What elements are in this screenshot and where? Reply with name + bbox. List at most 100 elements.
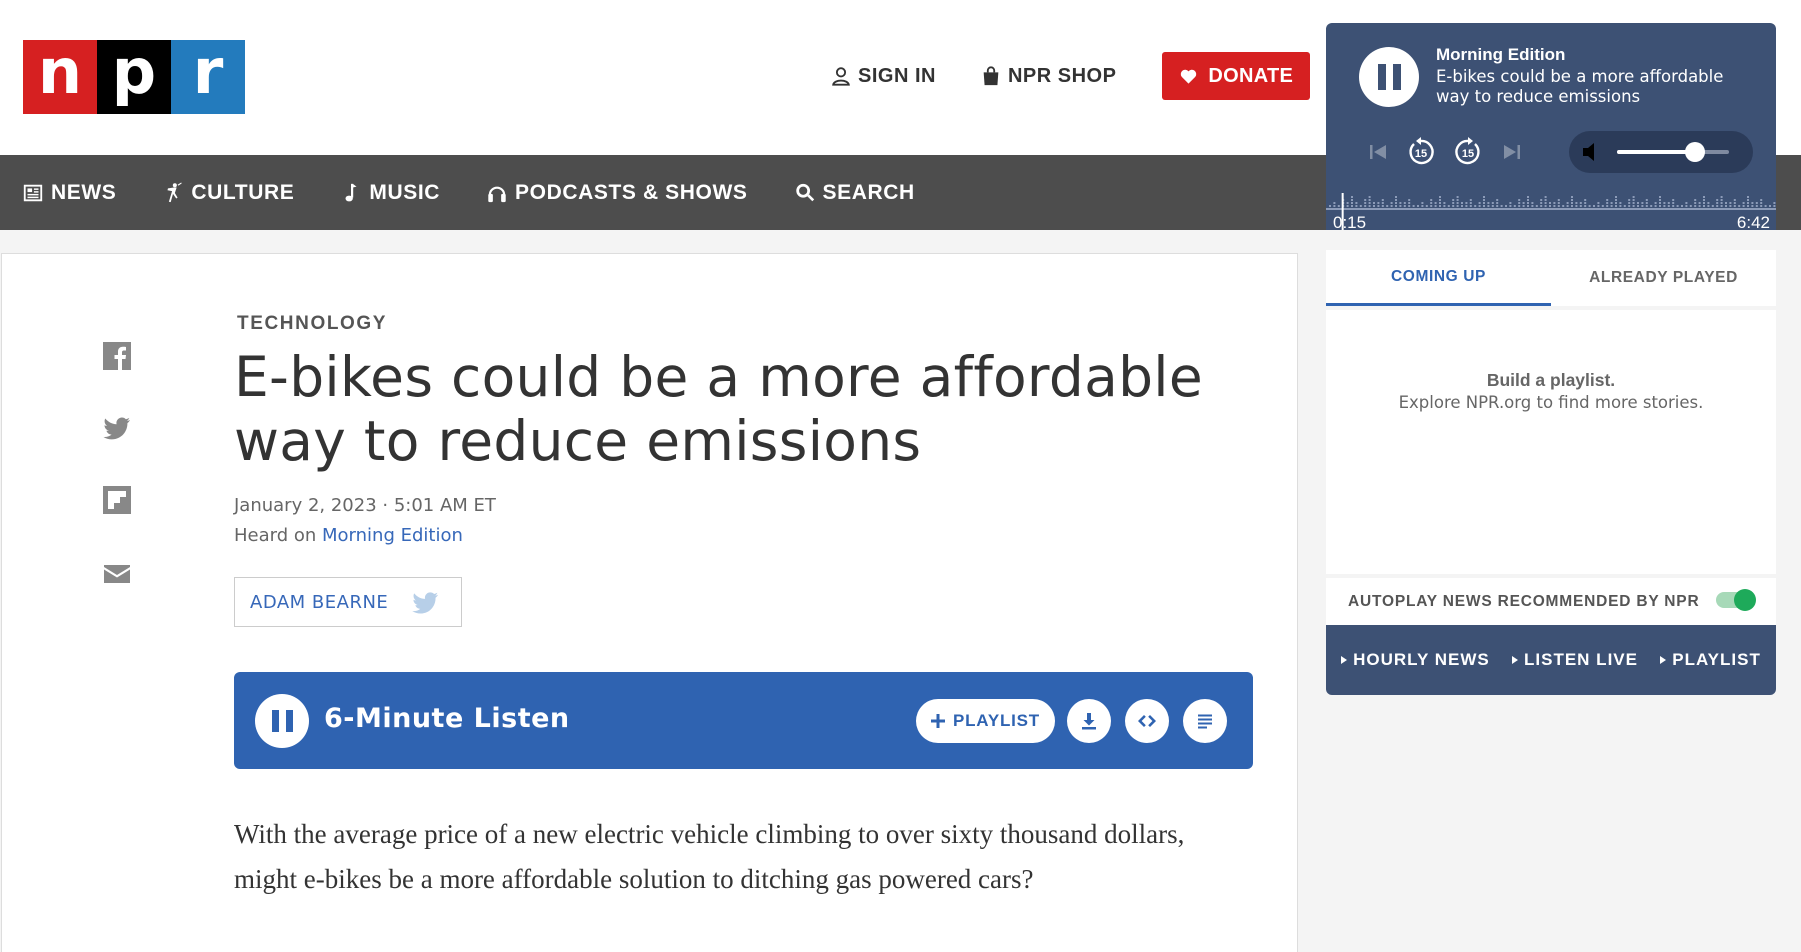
waveform-dot xyxy=(1351,196,1353,198)
logo-letter-r: r xyxy=(171,40,245,114)
waveform-dot xyxy=(1769,205,1771,207)
waveform-dot xyxy=(1628,205,1631,207)
waveform-dot xyxy=(1654,202,1657,204)
rewind-15-button[interactable]: 15 xyxy=(1404,135,1438,169)
waveform-dot xyxy=(1351,199,1353,201)
share-email-button[interactable] xyxy=(103,560,131,588)
waveform-dot xyxy=(1773,202,1776,204)
waveform-dot xyxy=(1703,196,1705,198)
transcript-icon xyxy=(1198,714,1212,729)
player-show-name[interactable]: Morning Edition xyxy=(1436,45,1565,65)
tab-coming-up[interactable]: COMING UP xyxy=(1326,250,1551,306)
waveform-dot xyxy=(1368,196,1371,198)
waveform-dot xyxy=(1571,202,1573,204)
nav-label-search: SEARCH xyxy=(822,180,915,204)
waveform-dot xyxy=(1676,205,1679,207)
waveform-dot xyxy=(1557,202,1560,204)
waveform-dot xyxy=(1483,199,1485,201)
player-pause-button[interactable] xyxy=(1359,47,1419,107)
waveform-dot xyxy=(1764,205,1767,207)
article-slug[interactable]: TECHNOLOGY xyxy=(237,313,387,335)
playlist-link[interactable]: PLAYLIST xyxy=(1660,650,1761,670)
waveform-dot xyxy=(1518,205,1521,207)
waveform-dot xyxy=(1557,199,1560,201)
donate-label: DONATE xyxy=(1208,64,1294,87)
waveform-dot xyxy=(1408,202,1411,204)
listen-live-link[interactable]: LISTEN LIVE xyxy=(1512,650,1638,670)
waveform-dot xyxy=(1456,202,1459,204)
waveform-dot xyxy=(1571,199,1573,201)
waveform-dot xyxy=(1373,205,1375,207)
player-story-title[interactable]: E-bikes could be a more affordable way t… xyxy=(1436,67,1756,107)
volume-slider[interactable] xyxy=(1617,142,1729,162)
nav-item-music[interactable]: MUSIC xyxy=(340,181,440,205)
waveform-dot xyxy=(1694,205,1697,207)
waveform-dot xyxy=(1716,202,1719,204)
waveform-dot xyxy=(1747,205,1749,207)
embed-button[interactable] xyxy=(1125,699,1169,743)
player-bottom-links: HOURLY NEWS LISTEN LIVE PLAYLIST xyxy=(1326,625,1776,695)
byline-author[interactable]: ADAM BEARNE xyxy=(234,577,462,627)
waveform-dot xyxy=(1527,199,1529,201)
heart-icon xyxy=(1181,69,1197,84)
download-button[interactable] xyxy=(1067,699,1111,743)
waveform-dot xyxy=(1615,199,1617,201)
download-icon xyxy=(1082,713,1096,730)
nav-item-news[interactable]: NEWS xyxy=(22,181,116,205)
waveform-dot xyxy=(1588,205,1591,207)
previous-track-button[interactable] xyxy=(1366,135,1390,169)
waveform-dot xyxy=(1575,205,1578,207)
pause-icon-bar xyxy=(285,710,293,732)
waveform-dot xyxy=(1593,205,1595,207)
waveform-dot xyxy=(1729,205,1732,207)
pause-button[interactable] xyxy=(255,694,309,748)
waveform-dot xyxy=(1738,205,1741,207)
npr-logo[interactable]: n p r xyxy=(23,40,245,114)
waveform-dot xyxy=(1535,205,1538,207)
share-twitter-button[interactable] xyxy=(103,414,131,442)
queue-empty-state: Build a playlist. Explore NPR.org to fin… xyxy=(1326,310,1776,574)
waveform-dot xyxy=(1650,205,1653,207)
waveform-dot xyxy=(1641,205,1644,207)
transcript-button[interactable] xyxy=(1183,699,1227,743)
share-flipboard-button[interactable] xyxy=(103,486,131,514)
waveform-dot xyxy=(1619,205,1622,207)
tab-already-played[interactable]: ALREADY PLAYED xyxy=(1551,250,1776,306)
add-to-playlist-button[interactable]: PLAYLIST xyxy=(916,699,1055,743)
nav-item-search[interactable]: SEARCH xyxy=(794,181,915,205)
autoplay-toggle[interactable] xyxy=(1716,589,1756,611)
autoplay-label: AUTOPLAY NEWS RECOMMENDED BY NPR xyxy=(1348,593,1700,610)
hourly-news-label: HOURLY NEWS xyxy=(1353,650,1490,669)
logo-letter-p: p xyxy=(97,40,171,114)
waveform-dot xyxy=(1659,196,1661,198)
npr-shop-link[interactable]: NPR SHOP xyxy=(980,65,1116,88)
waveform-dot xyxy=(1531,205,1534,207)
waveform-dot xyxy=(1443,202,1446,204)
audio-scrubber[interactable] xyxy=(1326,183,1776,231)
nav-item-culture[interactable]: CULTURE xyxy=(162,181,294,205)
waveform-dot xyxy=(1408,205,1411,207)
waveform-dot xyxy=(1351,202,1353,204)
hourly-news-link[interactable]: HOURLY NEWS xyxy=(1341,650,1490,670)
svg-text:15: 15 xyxy=(1415,148,1427,160)
forward-15-button[interactable]: 15 xyxy=(1451,135,1485,169)
sign-in-label: SIGN IN xyxy=(858,64,936,87)
waveform-dot xyxy=(1751,202,1754,204)
waveform-dot xyxy=(1659,202,1661,204)
article-teaser: With the average price of a new electric… xyxy=(234,819,1185,894)
waveform-dot xyxy=(1733,199,1736,201)
share-facebook-button[interactable] xyxy=(103,342,131,370)
waveform-dot xyxy=(1364,205,1367,207)
waveform-dot xyxy=(1628,202,1631,204)
waveform-dot xyxy=(1355,205,1358,207)
volume-icon[interactable] xyxy=(1581,140,1607,164)
next-track-button[interactable] xyxy=(1500,135,1524,169)
waveform-dot xyxy=(1566,205,1569,207)
nav-item-podcasts[interactable]: PODCASTS & SHOWS xyxy=(486,181,747,205)
volume-slider-handle[interactable] xyxy=(1685,142,1706,162)
heard-on-show-link[interactable]: Morning Edition xyxy=(322,525,463,546)
waveform-dot xyxy=(1711,205,1714,207)
sign-in-link[interactable]: SIGN IN xyxy=(830,65,936,88)
donate-button[interactable]: DONATE xyxy=(1162,52,1311,100)
waveform-dot xyxy=(1703,199,1705,201)
